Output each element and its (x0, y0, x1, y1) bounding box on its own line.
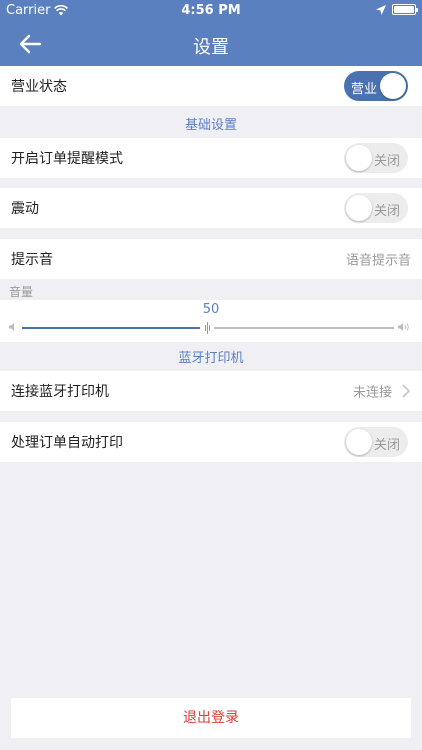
sound-value: 语音提示音 (345, 253, 411, 269)
logout-button[interactable]: 退出登录 (11, 698, 411, 738)
auto-print-toggle-label: 关闭 (373, 438, 400, 453)
volume-low-icon (9, 323, 14, 331)
location-icon (376, 4, 386, 15)
chevron-right-icon (402, 384, 410, 398)
volume-track-filled[interactable] (22, 327, 200, 329)
toggle-knob (346, 195, 372, 221)
sound-row[interactable]: 提示音 语音提示音 (0, 239, 422, 279)
printer-status: 未连接 (352, 385, 392, 401)
business-status-toggle-label: 营业 (351, 82, 378, 97)
vibration-toggle-label: 关闭 (373, 204, 400, 219)
auto-print-row: 处理订单自动打印 关闭 (0, 422, 422, 462)
printer-label: 连接蓝牙打印机 (11, 384, 109, 400)
printer-row[interactable]: 连接蓝牙打印机 未连接 (0, 371, 422, 411)
order-reminder-toggle-label: 关闭 (373, 154, 400, 169)
vibration-toggle[interactable]: 关闭 (344, 193, 408, 223)
auto-print-toggle[interactable]: 关闭 (344, 427, 408, 457)
volume-label-row: 音量 (0, 280, 422, 300)
volume-track-empty[interactable] (214, 327, 394, 329)
toggle-knob (346, 429, 372, 455)
status-time: 4:56 PM (181, 3, 241, 18)
volume-slider-row: 50 (0, 300, 422, 342)
toggle-knob (346, 145, 372, 171)
volume-slider-thumb[interactable] (200, 320, 214, 336)
business-status-toggle[interactable]: 营业 (344, 71, 408, 101)
page-title: 设置 (193, 37, 229, 58)
vibration-label: 震动 (11, 201, 39, 217)
section-header-bluetooth: 蓝牙打印机 (178, 351, 244, 366)
sound-label: 提示音 (11, 252, 53, 268)
business-status-label: 营业状态 (11, 79, 67, 95)
volume-high-icon (398, 323, 409, 331)
business-status-row: 营业状态 营业 (0, 66, 422, 106)
order-reminder-toggle[interactable]: 关闭 (344, 143, 408, 173)
status-right (376, 4, 418, 15)
battery-icon (392, 4, 418, 15)
order-reminder-label: 开启订单提醒模式 (11, 151, 123, 167)
auto-print-label: 处理订单自动打印 (11, 435, 123, 451)
nav-bar: 设置 (0, 22, 422, 66)
volume-label: 音量 (9, 285, 34, 299)
order-reminder-row: 开启订单提醒模式 关闭 (0, 138, 422, 178)
toggle-knob (380, 73, 406, 99)
status-bar: Carrier 4:56 PM (0, 0, 422, 22)
volume-value: 50 (202, 302, 220, 317)
section-header-basic: 基础设置 (184, 118, 237, 133)
vibration-row: 震动 关闭 (0, 188, 422, 228)
